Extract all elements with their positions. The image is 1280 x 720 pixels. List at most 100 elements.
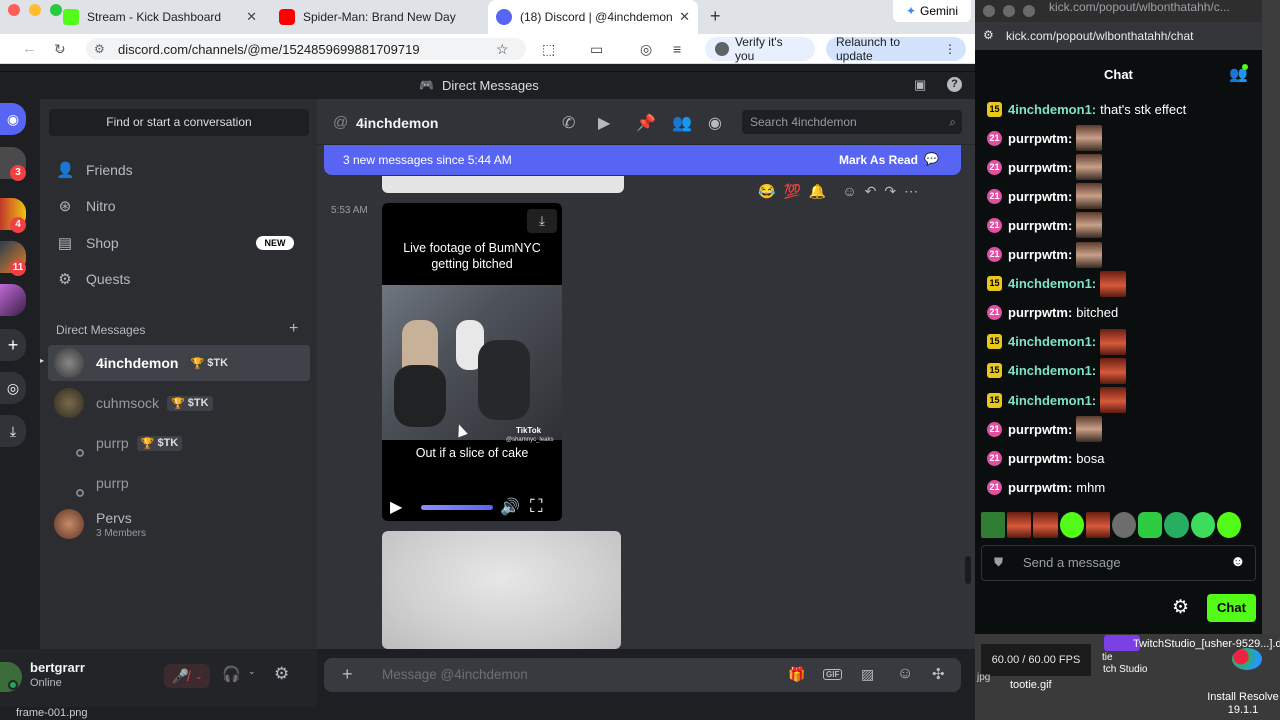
chat-username[interactable]: 4inchdemon1: (1008, 276, 1096, 291)
chat-username[interactable]: purrpwtm: (1008, 247, 1072, 262)
mute-mic-button[interactable]: 🎤̸ ⌄ (164, 664, 210, 688)
desktop-file-label[interactable]: tootie.gif (1010, 679, 1052, 691)
emote-icon[interactable] (1216, 512, 1242, 538)
dm-item-group-pervs[interactable]: Pervs 3 Members (48, 504, 310, 544)
chat-emote-icon[interactable] (1076, 125, 1103, 152)
gift-icon[interactable]: 🎁 (788, 666, 805, 683)
add-server-icon[interactable]: + (0, 329, 26, 361)
tab-youtube[interactable]: Spider-Man: Brand New Day (271, 0, 485, 34)
message-composer[interactable]: + Message @4inchdemon 🎁 GIF ▨ ☺ ✣ (324, 658, 961, 692)
site-info-icon[interactable]: ⚙ (94, 42, 105, 56)
nav-quests[interactable]: ⚙ Quests (56, 264, 130, 294)
find-conversation-button[interactable]: Find or start a conversation (49, 109, 309, 136)
desktop-file-label[interactable]: tch Studio (1103, 664, 1147, 675)
nav-friends[interactable]: 👤 Friends (56, 155, 133, 185)
tab-kick-dashboard[interactable]: Stream - Kick Dashboard ✕ (55, 0, 265, 34)
blurred-attachment[interactable] (382, 531, 621, 649)
explore-icon[interactable]: ◎ (0, 372, 26, 404)
back-icon[interactable]: ← (22, 40, 37, 57)
chat-emote-icon[interactable] (1076, 212, 1103, 239)
dm-item-cuhmsock[interactable]: cuhmsock 🏆 $TK (48, 385, 310, 421)
reaction-laugh-icon[interactable]: 😂 (758, 183, 775, 200)
help-icon[interactable]: ? (947, 77, 962, 92)
reaction-bell-icon[interactable]: 🔔 (809, 183, 826, 200)
dm-item-purrp[interactable]: purrp 🏆 $TK (48, 425, 310, 461)
minimize-window-dot[interactable] (1003, 5, 1015, 17)
chevron-down-icon[interactable]: ⌄ (248, 666, 256, 677)
chat-username[interactable]: purrpwtm: (1008, 160, 1072, 175)
mark-as-read-button[interactable]: Mark As Read (839, 153, 918, 167)
chat-emote-icon[interactable] (1100, 357, 1127, 384)
bookmark-star-icon[interactable]: ☆ (496, 41, 509, 58)
emote-icon[interactable] (1085, 512, 1111, 538)
chat-username[interactable]: purrpwtm: (1008, 218, 1072, 233)
chat-username[interactable]: purrpwtm: (1008, 189, 1072, 204)
play-icon[interactable]: ▶ (390, 497, 402, 517)
desktop-file-label[interactable]: frame-001.png (16, 707, 88, 719)
more-menu-icon[interactable]: ⋮ (944, 42, 956, 56)
verify-button[interactable]: Verify it's you (705, 35, 815, 63)
tab-discord[interactable]: (18) Discord | @4inchdemon ✕ (488, 0, 698, 34)
download-icon[interactable]: ⤓ (0, 415, 26, 447)
cast-icon[interactable]: ▭ (590, 41, 603, 58)
emote-icon[interactable] (1164, 512, 1189, 538)
relaunch-button[interactable]: Relaunch to update ⋮ (826, 35, 966, 63)
more-options-icon[interactable]: ⋯ (904, 183, 918, 200)
server-icon[interactable] (0, 284, 26, 316)
volume-icon[interactable]: 🔊 (500, 497, 520, 517)
chat-username[interactable]: purrpwtm: (1008, 131, 1072, 146)
close-window-dot[interactable] (8, 4, 20, 16)
chat-username[interactable]: 4inchdemon1: (1008, 393, 1096, 408)
desktop-file-label[interactable]: TwitchStudio_[usher-9529...].dmg (1133, 638, 1280, 650)
chat-username[interactable]: purrpwtm: (1008, 451, 1072, 466)
desktop-file-label[interactable]: Install Resolve 19.1.1 (1206, 691, 1280, 717)
chat-scrollbar[interactable] (965, 556, 971, 584)
emote-icon[interactable] (1138, 512, 1163, 538)
zoom-window-dot[interactable] (1023, 5, 1035, 17)
download-icon[interactable]: ⤓ (527, 209, 557, 233)
emote-icon[interactable] (981, 512, 1006, 538)
headphones-icon[interactable]: 🎧 (222, 665, 241, 683)
emote-icon[interactable] (1190, 512, 1215, 538)
new-messages-bar[interactable]: 3 new messages since 5:44 AM Mark As Rea… (324, 145, 961, 175)
emote-icon[interactable] (1007, 512, 1032, 538)
settings-gear-icon[interactable]: ⚙ (274, 664, 289, 684)
dm-item-4inchdemon[interactable]: 4inchdemon 🏆 $TK (48, 345, 310, 381)
close-tab-icon[interactable]: ✕ (246, 9, 257, 25)
emote-icon[interactable] (1059, 512, 1084, 538)
extension-icon[interactable]: ◎ (640, 41, 652, 58)
desktop-file-label[interactable]: jpg (977, 672, 990, 683)
close-window-dot[interactable] (983, 5, 995, 17)
chat-emote-icon[interactable] (1100, 270, 1127, 297)
discord-home-icon[interactable]: ◉ (0, 103, 26, 135)
sticker-icon[interactable]: ▨ (861, 666, 874, 683)
chat-username[interactable]: 4inchdemon1: (1008, 334, 1096, 349)
forward-icon[interactable]: ↷ (884, 183, 896, 200)
previous-attachment[interactable] (382, 176, 624, 193)
pin-icon[interactable]: 📌 (636, 113, 656, 133)
add-friends-icon[interactable]: 👥 (672, 113, 692, 133)
inbox-icon[interactable]: ▣ (914, 77, 926, 93)
nav-nitro[interactable]: ⊛ Nitro (56, 191, 116, 221)
chat-username[interactable]: purrpwtm: (1008, 305, 1072, 320)
create-dm-icon[interactable]: + (289, 320, 298, 338)
site-info-icon[interactable]: ⚙ (983, 28, 994, 42)
extensions-icon[interactable]: ⬚ (542, 41, 555, 58)
reload-icon[interactable]: ↻ (54, 41, 66, 58)
chat-emote-icon[interactable] (1076, 241, 1103, 268)
send-message-input[interactable]: ⛊ Send a message ☻ (981, 545, 1256, 581)
desktop-file-label[interactable]: tie (1102, 652, 1113, 663)
emote-icon[interactable] (1112, 512, 1137, 538)
chat-emote-icon[interactable] (1076, 154, 1103, 181)
chat-emote-icon[interactable] (1076, 183, 1103, 210)
chat-emote-icon[interactable] (1100, 328, 1127, 355)
reaction-100-icon[interactable]: 💯 (783, 183, 800, 200)
video-call-icon[interactable]: ▶ (598, 113, 610, 133)
voice-call-icon[interactable]: ✆ (562, 113, 575, 133)
chat-username[interactable]: purrpwtm: (1008, 422, 1072, 437)
chat-username[interactable]: 4inchdemon1: (1008, 102, 1096, 117)
new-tab-button[interactable]: + (710, 6, 721, 27)
emoji-icon[interactable]: ☺ (897, 665, 913, 683)
chat-username[interactable]: 4inchdemon1: (1008, 363, 1096, 378)
search-input[interactable]: Search 4inchdemon ⌕ (742, 110, 962, 134)
